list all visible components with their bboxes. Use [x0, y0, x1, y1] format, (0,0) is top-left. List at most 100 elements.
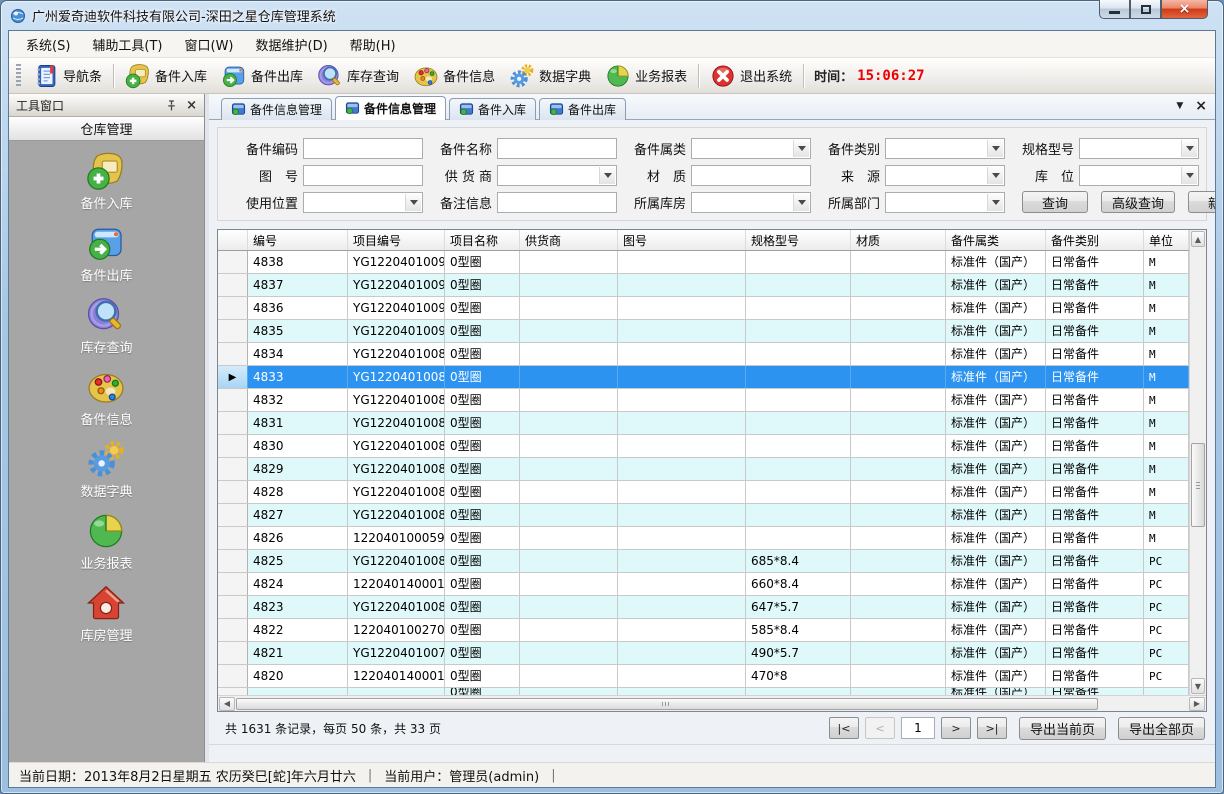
column-header[interactable]: 单位	[1144, 230, 1189, 250]
toolbar-button-stock-in[interactable]: 备件入库	[118, 60, 214, 92]
search-combobox[interactable]	[1079, 138, 1199, 159]
sidebar-item-stock-in[interactable]: 备件入库	[80, 151, 132, 212]
search-input[interactable]	[497, 138, 617, 159]
search-input[interactable]	[303, 138, 423, 159]
search-combobox[interactable]	[691, 192, 811, 213]
close-button[interactable]: ×	[1161, 0, 1208, 19]
column-header[interactable]: 编号	[248, 230, 348, 250]
minimize-button[interactable]	[1099, 0, 1130, 19]
tab[interactable]: 备件信息管理	[335, 96, 446, 120]
export-all-pages-button[interactable]: 导出全部页	[1118, 717, 1205, 740]
table-row[interactable]: 482212204010027000型圈585*8.4标准件（国产）日常备件PC	[218, 619, 1189, 642]
menu-item[interactable]: 系统(S)	[15, 31, 81, 58]
search-combobox[interactable]	[691, 138, 811, 159]
search-button[interactable]: 高级查询	[1101, 191, 1175, 213]
search-button[interactable]: 查询	[1022, 191, 1088, 213]
prev-page-button[interactable]: <	[865, 717, 895, 739]
toolbar-button-exit[interactable]: 退出系统	[703, 60, 799, 92]
table-row[interactable]: 482612204010005990型圈标准件（国产）日常备件M	[218, 527, 1189, 550]
search-combobox[interactable]	[497, 165, 617, 186]
menu-item[interactable]: 帮助(H)	[339, 31, 407, 58]
export-current-page-button[interactable]: 导出当前页	[1019, 717, 1106, 740]
column-header[interactable]: 备件属类	[946, 230, 1046, 250]
table-row[interactable]: 4832YG122040100870型圈标准件（国产）日常备件M	[218, 389, 1189, 412]
page-number-input[interactable]	[901, 717, 935, 739]
sidebar-close-icon[interactable]: ×	[186, 99, 197, 112]
search-combobox[interactable]	[885, 192, 1005, 213]
vertical-scrollbar[interactable]: ▲ ▼	[1189, 230, 1206, 695]
table-row[interactable]: 482412204014000120型圈660*8.4标准件（国产）日常备件PC	[218, 573, 1189, 596]
column-header[interactable]: 供货商	[520, 230, 618, 250]
table-row[interactable]: 4827YG122040100820型圈标准件（国产）日常备件M	[218, 504, 1189, 527]
table-row[interactable]: 482012204014000130型圈470*8标准件（国产）日常备件PC	[218, 665, 1189, 688]
column-header[interactable]: 项目名称	[445, 230, 520, 250]
menu-item[interactable]: 辅助工具(T)	[81, 31, 173, 58]
scroll-right-icon[interactable]: ▶	[1189, 697, 1205, 711]
toolbar-button-label: 库存查询	[347, 66, 399, 85]
sidebar-item-warehouse[interactable]: 库房管理	[80, 583, 132, 644]
sidebar-item-data-dict[interactable]: 数据字典	[80, 439, 132, 500]
tab[interactable]: 备件入库	[449, 98, 536, 120]
first-page-button[interactable]: |<	[829, 717, 859, 739]
horizontal-scrollbar[interactable]: ◀ ▶	[218, 695, 1206, 711]
table-row[interactable]: 4834YG122040100890型圈标准件（国产）日常备件M	[218, 343, 1189, 366]
sidebar-group-header[interactable]: 仓库管理	[9, 117, 204, 141]
column-header[interactable]: 规格型号	[746, 230, 851, 250]
table-row[interactable]: 4825YG122040100810型圈685*8.4标准件（国产）日常备件PC	[218, 550, 1189, 573]
table-row[interactable]: 4823YG122040100800型圈647*5.7标准件（国产）日常备件PC	[218, 596, 1189, 619]
search-input[interactable]	[497, 192, 617, 213]
column-header[interactable]: 材质	[851, 230, 946, 250]
table-row[interactable]: 4835YG122040100900型圈标准件（国产）日常备件M	[218, 320, 1189, 343]
next-page-button[interactable]: >	[941, 717, 971, 739]
sidebar-item-report[interactable]: 业务报表	[80, 511, 132, 572]
table-row[interactable]: 4829YG122040100840型圈标准件（国产）日常备件M	[218, 458, 1189, 481]
tab-icon	[231, 102, 246, 117]
toolbar-button-parts-info[interactable]: 备件信息	[406, 60, 502, 92]
menu-item[interactable]: 数据维护(D)	[245, 31, 339, 58]
table-row[interactable]: 4837YG122040100920型圈标准件（国产）日常备件M	[218, 274, 1189, 297]
toolbar-grip[interactable]	[16, 64, 21, 88]
tab[interactable]: 备件信息管理	[221, 98, 332, 120]
hscroll-thumb[interactable]	[236, 698, 1098, 710]
toolbar-button-stock-out[interactable]: 备件出库	[214, 60, 310, 92]
column-header[interactable]: 图号	[618, 230, 746, 250]
table-row[interactable]: ▶4833YG122040100880型圈标准件（国产）日常备件M	[218, 366, 1189, 389]
scroll-down-icon[interactable]: ▼	[1191, 678, 1205, 694]
search-combobox[interactable]	[885, 165, 1005, 186]
table-row[interactable]: 4836YG122040100910型圈标准件（国产）日常备件M	[218, 297, 1189, 320]
tab-list-dropdown-icon[interactable]: ▼	[1176, 102, 1183, 111]
toolbar-button-data-dict[interactable]: 数据字典	[502, 60, 598, 92]
tab-close-icon[interactable]: ×	[1195, 99, 1207, 113]
column-header[interactable]: 备件类别	[1046, 230, 1144, 250]
sidebar-item-inventory-query[interactable]: 库存查询	[80, 295, 132, 356]
last-page-button[interactable]: >|	[977, 717, 1007, 739]
column-header[interactable]: 项目编号	[348, 230, 445, 250]
table-row[interactable]: 4828YG122040100830型圈标准件（国产）日常备件M	[218, 481, 1189, 504]
scroll-left-icon[interactable]: ◀	[219, 697, 235, 711]
table-row[interactable]: 4821YG122040100790型圈490*5.7标准件（国产）日常备件PC	[218, 642, 1189, 665]
titlebar[interactable]: 广州爱奇迪软件科技有限公司-深田之星仓库管理系统 ×	[8, 1, 1216, 30]
field-label: 所属部门	[820, 193, 880, 212]
search-combobox[interactable]	[885, 138, 1005, 159]
vscroll-thumb[interactable]	[1191, 443, 1205, 527]
scroll-up-icon[interactable]: ▲	[1191, 231, 1205, 247]
table-row[interactable]: 4830YG122040100850型圈标准件（国产）日常备件M	[218, 435, 1189, 458]
vscroll-track[interactable]	[1190, 248, 1206, 677]
table-row[interactable]: 0型圈标准件（国产）日常备件	[218, 688, 1189, 695]
toolbar-button-report[interactable]: 业务报表	[598, 60, 694, 92]
table-row[interactable]: 4838YG122040100930型圈标准件（国产）日常备件M	[218, 251, 1189, 274]
sidebar-item-parts-info[interactable]: 备件信息	[80, 367, 132, 428]
table-row[interactable]: 4831YG122040100860型圈标准件（国产）日常备件M	[218, 412, 1189, 435]
maximize-button[interactable]	[1130, 0, 1161, 19]
toolbar-button-inventory-query[interactable]: 库存查询	[310, 60, 406, 92]
search-input[interactable]	[691, 165, 811, 186]
search-combobox[interactable]	[1079, 165, 1199, 186]
toolbar-button-navbar[interactable]: 导航条	[26, 60, 109, 92]
search-combobox[interactable]	[303, 192, 423, 213]
sidebar-item-stock-out[interactable]: 备件出库	[80, 223, 132, 284]
menu-item[interactable]: 窗口(W)	[174, 31, 245, 58]
search-button[interactable]: 新建	[1188, 191, 1215, 213]
tab[interactable]: 备件出库	[539, 98, 626, 120]
pin-icon[interactable]	[165, 99, 178, 112]
search-input[interactable]	[303, 165, 423, 186]
